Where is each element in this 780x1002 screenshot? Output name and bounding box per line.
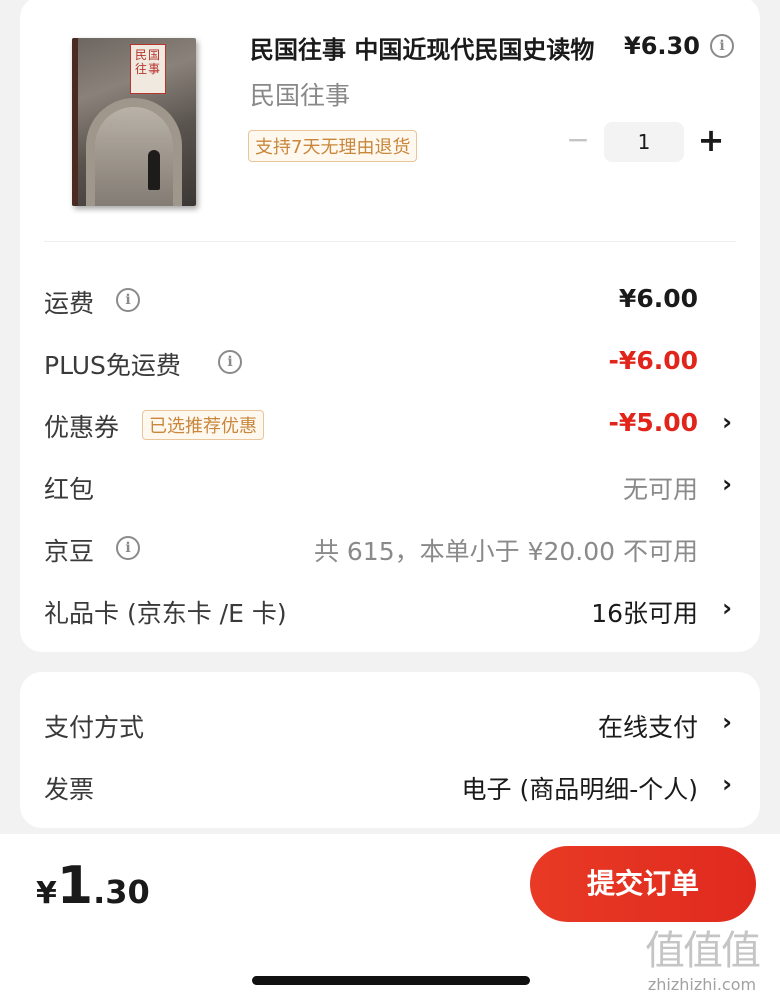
order-card: 民国往事 民国往事 中国近现代民国史读物 民国往事 ¥6.30 i 支持7天无理… — [20, 0, 760, 652]
shipping-fee-label: 运费 — [44, 289, 95, 318]
coupon-value: -¥5.00 — [608, 408, 698, 437]
order-total: ¥1.30 — [36, 856, 150, 916]
total-decimal: .30 — [93, 873, 150, 911]
red-packet-row[interactable]: 红包 无可用 › — [20, 460, 760, 510]
gift-card-value: 16张可用 — [591, 599, 698, 628]
red-packet-label: 红包 — [44, 475, 95, 504]
plus-info-icon[interactable]: i — [218, 350, 242, 374]
payment-method-row[interactable]: 支付方式 在线支付 › — [20, 698, 760, 748]
jd-beans-row: 京豆 i 共 615，本单小于 ¥20.00 不可用 — [20, 522, 760, 572]
return-policy-tag: 支持7天无理由退货 — [248, 130, 418, 162]
cover-arch-graphic — [86, 98, 182, 206]
quantity-input[interactable]: 1 — [604, 122, 684, 162]
coupon-recommend-tag: 已选推荐优惠 — [142, 410, 264, 440]
coupon-row[interactable]: 优惠券 已选推荐优惠 -¥5.00 › — [20, 398, 760, 448]
shipping-info-icon[interactable]: i — [116, 288, 140, 312]
quantity-decrease-button[interactable]: − — [564, 126, 592, 156]
shipping-fee-value: ¥6.00 — [618, 284, 698, 313]
payment-method-label: 支付方式 — [44, 713, 145, 742]
total-currency: ¥ — [36, 876, 57, 911]
invoice-row[interactable]: 发票 电子 (商品明细-个人) › — [20, 760, 760, 810]
product-title[interactable]: 民国往事 中国近现代民国史读物 — [250, 30, 600, 65]
jd-beans-info-icon[interactable]: i — [116, 536, 140, 560]
checkout-bar: ¥1.30 提交订单 值值值 zhizhizhi.com — [0, 834, 780, 1002]
gift-card-label: 礼品卡 (京东卡 /E 卡) — [44, 599, 287, 628]
watermark-logo: 值值值 — [645, 928, 761, 974]
site-watermark: 值值值 zhizhizhi.com — [628, 926, 776, 1002]
price-info-icon[interactable]: i — [710, 34, 734, 58]
chevron-right-icon: › — [722, 594, 732, 622]
invoice-value: 电子 (商品明细-个人) — [461, 775, 698, 804]
home-indicator[interactable] — [252, 976, 530, 985]
jd-beans-value: 共 615，本单小于 ¥20.00 不可用 — [313, 537, 698, 566]
payment-method-value: 在线支付 — [597, 713, 698, 742]
chevron-right-icon: › — [722, 408, 732, 436]
cover-title: 民国往事 — [130, 44, 166, 94]
plus-free-shipping-value: -¥6.00 — [608, 346, 698, 375]
payment-card: 支付方式 在线支付 › 发票 电子 (商品明细-个人) › — [20, 672, 760, 828]
chevron-right-icon: › — [722, 770, 732, 798]
coupon-label: 优惠券 — [44, 413, 120, 442]
chevron-right-icon: › — [722, 470, 732, 498]
product-subtitle: 民国往事 — [250, 81, 351, 110]
total-integer: 1 — [56, 856, 94, 916]
divider — [44, 241, 736, 242]
cover-spine — [72, 38, 78, 206]
watermark-text: zhizhizhi.com — [647, 975, 757, 994]
plus-free-shipping-label: PLUS免运费 — [44, 351, 181, 380]
shipping-fee-row: 运费 i ¥6.00 — [20, 274, 760, 324]
product-price: ¥6.30 — [624, 32, 700, 60]
product-item[interactable]: 民国往事 民国往事 中国近现代民国史读物 民国往事 ¥6.30 i 支持7天无理… — [20, 0, 760, 246]
red-packet-value: 无可用 — [622, 475, 698, 504]
plus-free-shipping-row: PLUS免运费 i -¥6.00 — [20, 336, 760, 386]
quantity-increase-button[interactable]: + — [696, 122, 726, 158]
product-cover-image[interactable]: 民国往事 — [72, 38, 196, 206]
jd-beans-label: 京豆 — [44, 537, 95, 566]
submit-order-button[interactable]: 提交订单 — [530, 846, 756, 922]
cover-figure-graphic — [148, 150, 160, 190]
chevron-right-icon: › — [722, 708, 732, 736]
invoice-label: 发票 — [44, 775, 95, 804]
gift-card-row[interactable]: 礼品卡 (京东卡 /E 卡) 16张可用 › — [20, 584, 760, 634]
